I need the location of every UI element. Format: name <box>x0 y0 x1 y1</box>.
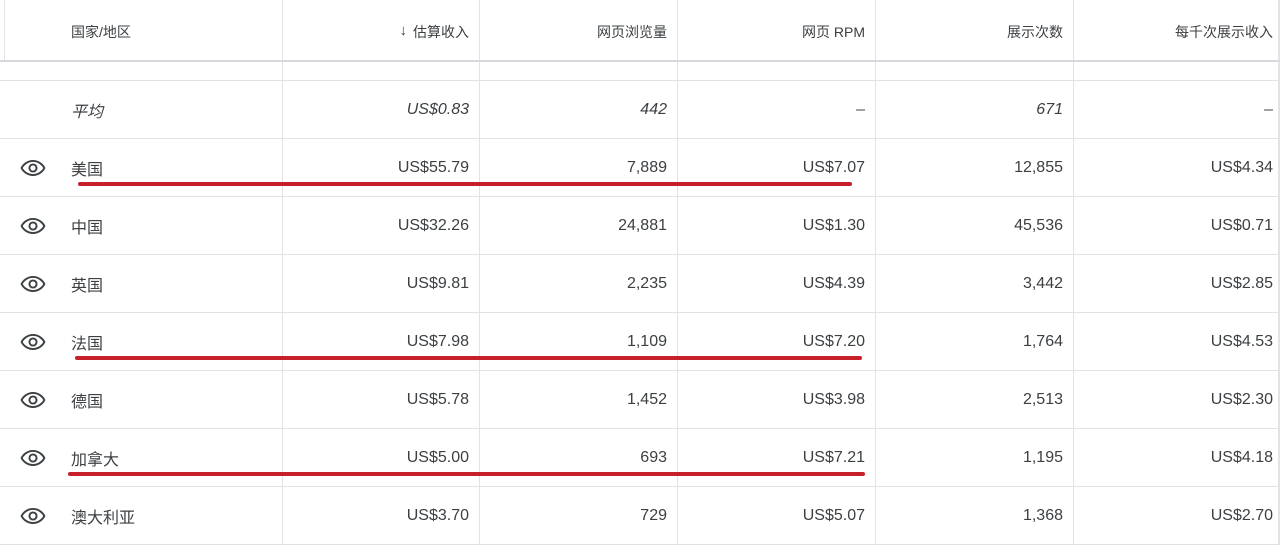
eye-icon[interactable] <box>0 255 65 312</box>
page-rpm-value: US$4.39 <box>678 255 876 312</box>
impression-rpm-value: US$2.30 <box>1074 371 1280 428</box>
impressions-value: 1,764 <box>876 313 1074 370</box>
impressions-value: 45,536 <box>876 197 1074 254</box>
page-views-value: 693 <box>480 429 678 486</box>
table-row: 中国 US$32.26 24,881 US$1.30 45,536 US$0.7… <box>0 197 1280 255</box>
header-est-revenue[interactable]: ↓ 估算收入 <box>283 0 480 60</box>
header-est-revenue-label: 估算收入 <box>413 24 469 40</box>
page-views-value: 2,235 <box>480 255 678 312</box>
table-right-border <box>1278 0 1279 544</box>
impression-rpm-value: US$0.71 <box>1074 197 1280 254</box>
impression-rpm-value: US$4.53 <box>1074 313 1280 370</box>
average-page-views: 442 <box>480 81 678 138</box>
country-name: 美国 <box>65 139 283 196</box>
page-rpm-value: US$1.30 <box>678 197 876 254</box>
header-page-views-label: 网页浏览量 <box>597 24 667 40</box>
page-rpm-value: US$7.20 <box>678 313 876 370</box>
country-name: 德国 <box>65 371 283 428</box>
highlight-underline <box>75 356 862 360</box>
header-eye-column <box>0 0 65 60</box>
impressions-value: 12,855 <box>876 139 1074 196</box>
arrow-down-icon: ↓ <box>399 22 408 39</box>
table-row: 英国 US$9.81 2,235 US$4.39 3,442 US$2.85 <box>0 255 1280 313</box>
page-views-value: 1,452 <box>480 371 678 428</box>
average-impressions: 671 <box>876 81 1074 138</box>
page-rpm-value: US$7.07 <box>678 139 876 196</box>
table-row: 德国 US$5.78 1,452 US$3.98 2,513 US$2.30 <box>0 371 1280 429</box>
page-views-value: 729 <box>480 487 678 544</box>
page-rpm-value: US$7.21 <box>678 429 876 486</box>
table-header: 国家/地区 ↓ 估算收入 网页浏览量 网页 RPM 展示次数 每千次展示收入 <box>0 0 1280 60</box>
highlight-underline <box>68 472 865 476</box>
table-row: 法国 US$7.98 1,109 US$7.20 1,764 US$4.53 <box>0 313 1280 371</box>
spacer-cell <box>1074 62 1280 80</box>
header-impression-rpm-label: 每千次展示收入 <box>1175 24 1273 40</box>
header-impressions-label: 展示次数 <box>1007 24 1063 40</box>
table-left-border <box>4 0 5 60</box>
page-views-value: 7,889 <box>480 139 678 196</box>
est-revenue-value: US$5.78 <box>283 371 480 428</box>
impressions-value: 1,368 <box>876 487 1074 544</box>
impressions-value: 1,195 <box>876 429 1074 486</box>
highlight-underline <box>78 182 852 186</box>
page-views-value: 24,881 <box>480 197 678 254</box>
est-revenue-value: US$55.79 <box>283 139 480 196</box>
spacer-cell <box>678 62 876 80</box>
header-impression-rpm[interactable]: 每千次展示收入 <box>1074 0 1280 60</box>
country-name: 英国 <box>65 255 283 312</box>
average-label: 平均 <box>65 81 283 138</box>
header-country-label: 国家/地区 <box>71 24 131 40</box>
impression-rpm-value: US$2.70 <box>1074 487 1280 544</box>
table-row: 加拿大 US$5.00 693 US$7.21 1,195 US$4.18 <box>0 429 1280 487</box>
eye-icon[interactable] <box>0 371 65 428</box>
spacer-cell <box>0 62 65 80</box>
country-name: 澳大利亚 <box>65 487 283 544</box>
eye-icon[interactable] <box>0 313 65 370</box>
header-page-views[interactable]: 网页浏览量 <box>480 0 678 60</box>
page-rpm-value: US$5.07 <box>678 487 876 544</box>
header-country[interactable]: 国家/地区 <box>65 0 283 60</box>
impression-rpm-value: US$4.18 <box>1074 429 1280 486</box>
spacer-cell <box>480 62 678 80</box>
impressions-value: 2,513 <box>876 371 1074 428</box>
table-spacer-row <box>0 62 1280 81</box>
average-est-revenue: US$0.83 <box>283 81 480 138</box>
est-revenue-value: US$7.98 <box>283 313 480 370</box>
impression-rpm-value: US$4.34 <box>1074 139 1280 196</box>
average-impression-rpm: – <box>1074 81 1280 138</box>
est-revenue-value: US$9.81 <box>283 255 480 312</box>
page-rpm-value: US$3.98 <box>678 371 876 428</box>
header-page-rpm[interactable]: 网页 RPM <box>678 0 876 60</box>
impressions-value: 3,442 <box>876 255 1074 312</box>
country-name: 加拿大 <box>65 429 283 486</box>
average-page-rpm: – <box>678 81 876 138</box>
table-row: 美国 US$55.79 7,889 US$7.07 12,855 US$4.34 <box>0 139 1280 197</box>
eye-icon[interactable] <box>0 197 65 254</box>
impression-rpm-value: US$2.85 <box>1074 255 1280 312</box>
eye-icon[interactable] <box>0 139 65 196</box>
page-views-value: 1,109 <box>480 313 678 370</box>
average-row: 平均 US$0.83 442 – 671 – <box>0 81 1280 139</box>
est-revenue-value: US$3.70 <box>283 487 480 544</box>
table-row: 澳大利亚 US$3.70 729 US$5.07 1,368 US$2.70 <box>0 487 1280 545</box>
country-name: 法国 <box>65 313 283 370</box>
est-revenue-value: US$32.26 <box>283 197 480 254</box>
average-eye-cell <box>0 81 65 138</box>
spacer-cell <box>283 62 480 80</box>
eye-icon[interactable] <box>0 429 65 486</box>
spacer-cell <box>876 62 1074 80</box>
eye-icon[interactable] <box>0 487 65 544</box>
header-impressions[interactable]: 展示次数 <box>876 0 1074 60</box>
country-name: 中国 <box>65 197 283 254</box>
spacer-cell <box>65 62 283 80</box>
est-revenue-value: US$5.00 <box>283 429 480 486</box>
header-page-rpm-label: 网页 RPM <box>802 24 865 40</box>
